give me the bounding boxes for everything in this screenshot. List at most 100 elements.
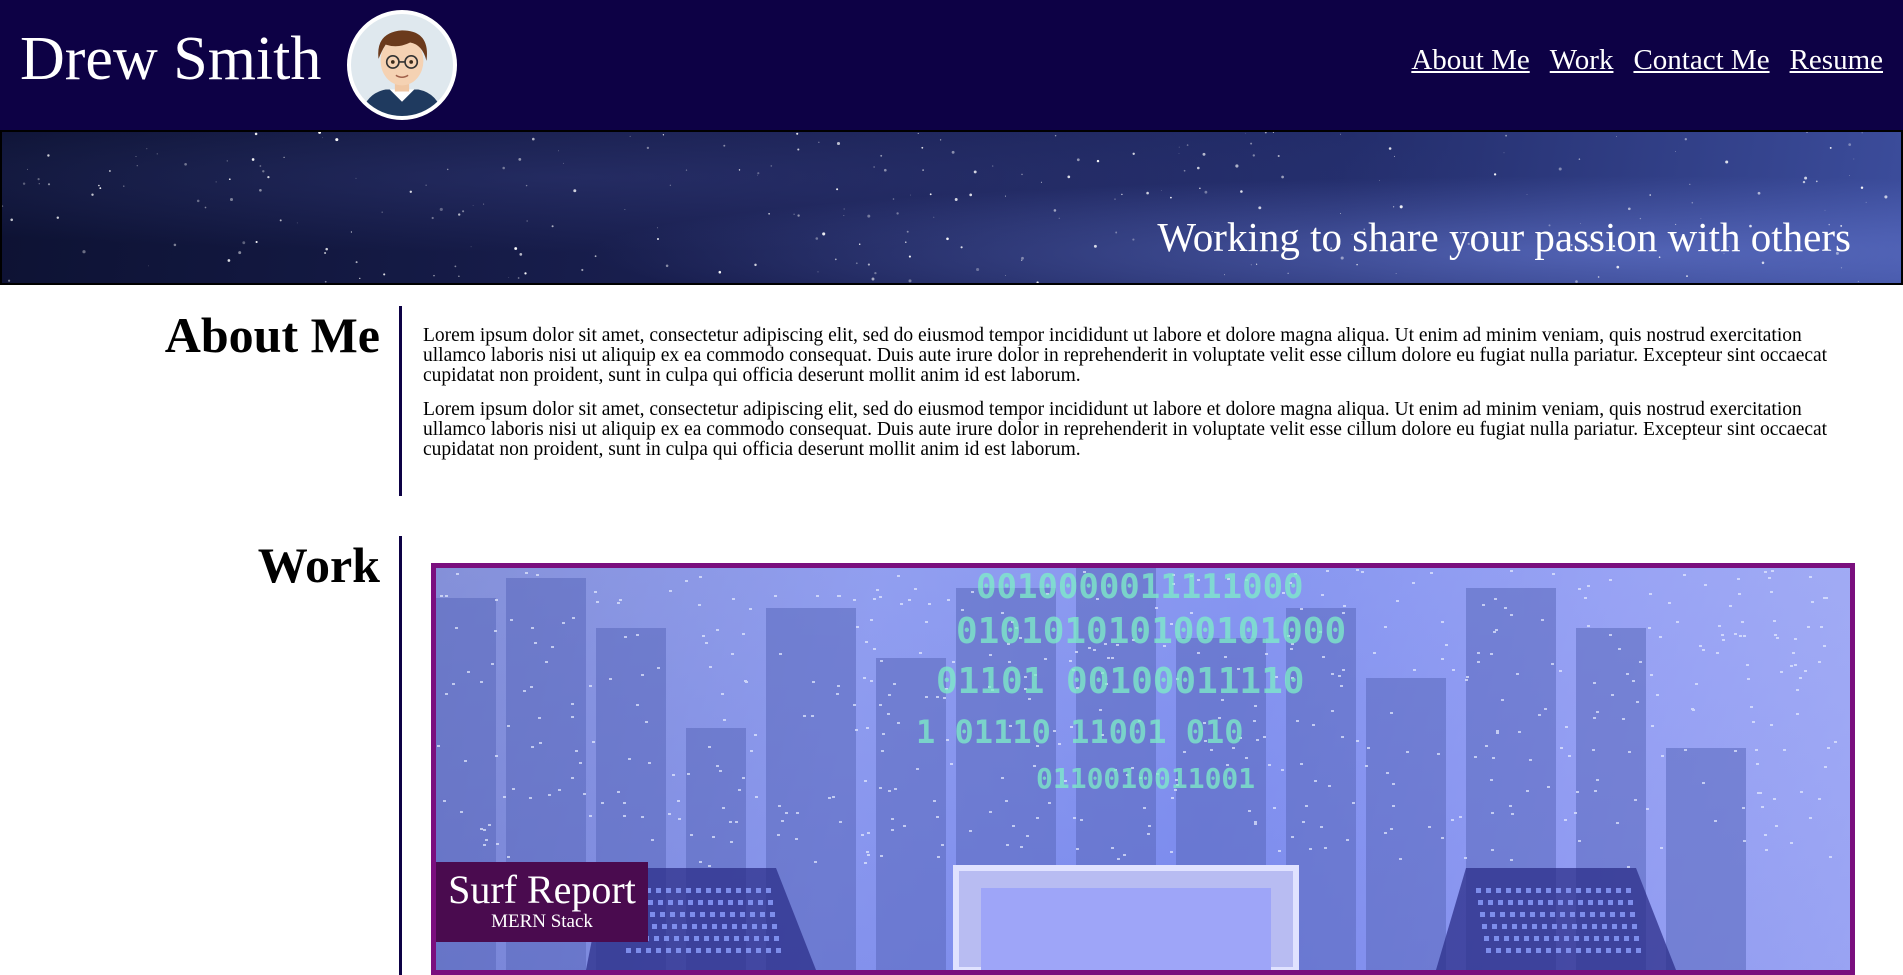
building-window: [1392, 805, 1395, 807]
building-window: [861, 834, 864, 836]
building-window: [485, 839, 488, 841]
starfield-background: [2, 132, 1888, 283]
keyboard-key: [1596, 948, 1601, 953]
keyboard-key: [682, 924, 687, 929]
star: [1725, 160, 1729, 164]
star: [1627, 207, 1631, 211]
building-window: [1596, 779, 1599, 781]
building-window: [1742, 807, 1745, 809]
building-window: [1111, 847, 1114, 849]
building-window: [699, 576, 702, 578]
building-window: [1809, 817, 1812, 819]
building-window: [867, 832, 870, 834]
star: [1005, 195, 1006, 197]
building-window: [1197, 652, 1200, 654]
keyboard-key: [1546, 888, 1551, 893]
star: [843, 215, 845, 216]
star: [624, 209, 626, 210]
star: [992, 165, 994, 167]
building-window: [1501, 699, 1504, 701]
keyboard-key: [1564, 936, 1569, 941]
nav-about-me-link[interactable]: About Me: [1411, 46, 1529, 75]
building-window: [914, 588, 917, 590]
building-window: [709, 666, 712, 668]
building-window: [1491, 849, 1494, 851]
building-window: [529, 797, 532, 799]
star: [551, 225, 554, 228]
star: [754, 263, 757, 267]
building-window: [731, 653, 734, 655]
building-window: [891, 818, 894, 820]
building-window: [1278, 850, 1281, 852]
building-window: [936, 816, 939, 818]
building-window: [651, 839, 654, 841]
building-window: [1343, 605, 1346, 607]
star: [1287, 272, 1289, 274]
keyboard-key: [1520, 912, 1525, 917]
star: [10, 218, 13, 222]
building-window: [803, 715, 806, 717]
building-window: [750, 750, 753, 752]
building-window: [1750, 706, 1753, 708]
nav-contact-me-link[interactable]: Contact Me: [1633, 46, 1769, 75]
building-window: [1328, 785, 1331, 787]
building-window: [668, 813, 671, 815]
building-window: [749, 608, 752, 610]
keyboard-key: [766, 888, 771, 893]
keyboard-key: [1590, 912, 1595, 917]
star: [1021, 259, 1023, 261]
building-window: [1111, 657, 1114, 659]
star: [1054, 134, 1057, 137]
building-window: [867, 854, 870, 856]
building-window: [445, 693, 448, 695]
building-window: [1452, 669, 1455, 671]
star: [322, 137, 323, 139]
star: [1761, 261, 1765, 265]
star: [818, 141, 820, 143]
keyboard-key: [1614, 936, 1619, 941]
building-window: [1616, 822, 1619, 824]
building-window: [1477, 661, 1480, 663]
star: [665, 264, 669, 268]
project-card-surf-report[interactable]: 0010000011111000 010101010100101000 0110…: [431, 563, 1855, 975]
building-window: [1770, 724, 1773, 726]
keyboard-key: [692, 924, 697, 929]
building-window: [1340, 685, 1343, 687]
star: [738, 169, 741, 171]
building-window: [1384, 626, 1387, 628]
star: [204, 206, 207, 209]
building-window: [1312, 724, 1315, 726]
star: [517, 277, 520, 279]
keyboard-key: [726, 948, 731, 953]
star: [855, 262, 858, 265]
building-window: [866, 727, 869, 729]
building-window: [1716, 652, 1719, 654]
building-window: [1757, 792, 1760, 794]
keyboard-key: [1518, 900, 1523, 905]
building-window: [716, 765, 719, 767]
keyboard-key: [736, 888, 741, 893]
star: [871, 277, 875, 281]
building-window: [1714, 820, 1717, 822]
nav-resume-link[interactable]: Resume: [1790, 46, 1883, 75]
keyboard-key: [748, 900, 753, 905]
keyboard-key: [694, 936, 699, 941]
keyboard-key: [1532, 924, 1537, 929]
keyboard-key: [1624, 936, 1629, 941]
site-header: Drew Smith About Me Work Contact Me Resu…: [0, 0, 1903, 130]
star: [1853, 158, 1855, 160]
building-window: [1739, 635, 1742, 637]
building-window: [708, 746, 711, 748]
building-window: [624, 636, 627, 638]
star: [324, 280, 327, 283]
building-window: [464, 760, 467, 762]
nav-work-link[interactable]: Work: [1550, 46, 1614, 75]
building-window: [483, 844, 486, 846]
building-window: [1107, 657, 1110, 659]
building-window: [592, 741, 595, 743]
building-window: [601, 802, 604, 804]
building-window: [641, 674, 644, 676]
building-window: [623, 802, 626, 804]
building-window: [1755, 749, 1758, 751]
building-window: [1559, 670, 1562, 672]
